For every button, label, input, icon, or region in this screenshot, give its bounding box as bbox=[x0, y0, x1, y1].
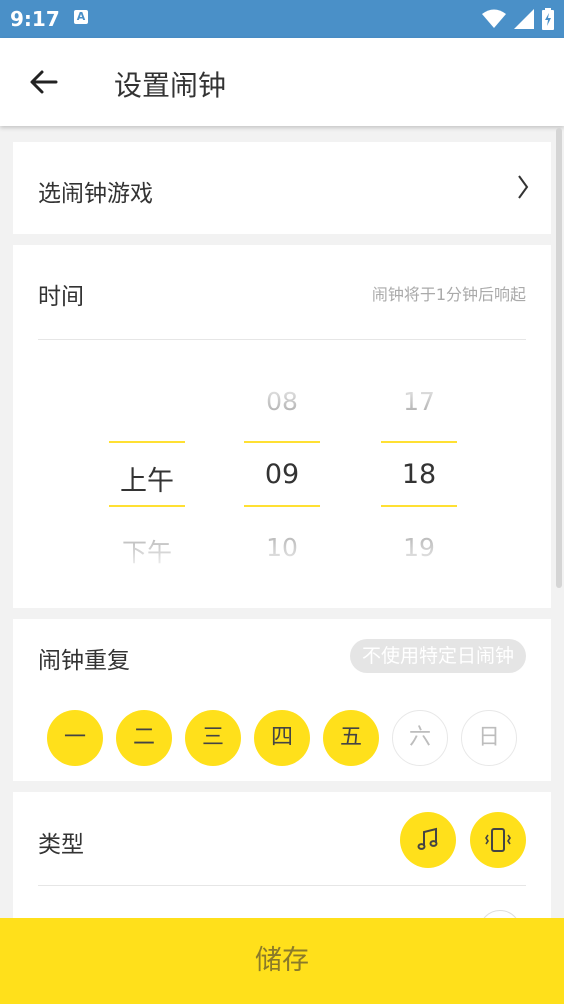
status-icons bbox=[482, 8, 554, 30]
hour-selected: 09 bbox=[264, 459, 300, 490]
hour-next: 10 bbox=[266, 533, 298, 562]
divider bbox=[38, 339, 526, 340]
weekday-4-button[interactable]: 四 bbox=[254, 710, 310, 766]
page-title: 设置闹钟 bbox=[114, 69, 227, 102]
time-label: 时间 bbox=[38, 284, 84, 310]
repeat-card: 闹钟重复 不使用特定日闹钟 一二三四五六日 bbox=[13, 619, 551, 781]
weekday-6-button[interactable]: 六 bbox=[392, 710, 448, 766]
picker-line bbox=[109, 441, 185, 443]
weekday-1-button[interactable]: 一 bbox=[47, 710, 103, 766]
divider bbox=[38, 885, 526, 886]
music-button[interactable] bbox=[400, 812, 456, 868]
weekday-3-button[interactable]: 三 bbox=[185, 710, 241, 766]
specific-day-toggle[interactable]: 不使用特定日闹钟 bbox=[349, 639, 526, 673]
signal-icon bbox=[514, 9, 534, 29]
music-icon bbox=[417, 827, 438, 850]
weekday-2-button[interactable]: 二 bbox=[116, 710, 172, 766]
minute-next: 19 bbox=[403, 533, 435, 562]
minute-picker[interactable]: 17 18 19 bbox=[375, 375, 463, 575]
picker-line bbox=[244, 441, 320, 443]
back-arrow-icon[interactable] bbox=[26, 64, 62, 100]
minute-selected: 18 bbox=[401, 459, 437, 490]
hour-picker[interactable]: 08 09 10 bbox=[238, 375, 326, 575]
picker-line bbox=[381, 505, 457, 507]
status-time: 9:17 bbox=[10, 7, 60, 31]
time-card: 时间 闹钟将于1分钟后响起 上午 下午 08 09 10 17 18 19 bbox=[13, 245, 551, 608]
wifi-icon bbox=[482, 9, 506, 28]
chevron-right-icon bbox=[518, 175, 529, 199]
picker-line bbox=[244, 505, 320, 507]
status-bar: 9:17 A bbox=[0, 0, 564, 38]
ampm-picker[interactable]: 上午 下午 bbox=[103, 375, 191, 575]
notification-a-icon: A bbox=[74, 10, 88, 24]
alarm-countdown-hint: 闹钟将于1分钟后响起 bbox=[371, 285, 526, 304]
picker-fade bbox=[103, 375, 191, 419]
select-game-label: 选闹钟游戏 bbox=[38, 181, 153, 207]
vibrate-icon bbox=[485, 828, 511, 852]
type-label: 类型 bbox=[38, 832, 84, 858]
app-bar: 设置闹钟 bbox=[0, 38, 564, 126]
picker-line bbox=[109, 505, 185, 507]
repeat-label: 闹钟重复 bbox=[38, 648, 130, 674]
picker-line bbox=[381, 441, 457, 443]
select-game-row[interactable]: 选闹钟游戏 bbox=[13, 142, 551, 234]
minute-prev: 17 bbox=[403, 387, 435, 416]
scrollbar[interactable] bbox=[556, 128, 562, 588]
hour-prev: 08 bbox=[266, 387, 298, 416]
ampm-next: 下午 bbox=[121, 538, 172, 567]
save-button[interactable]: 储存 bbox=[0, 918, 564, 1004]
ampm-selected: 上午 bbox=[120, 466, 174, 497]
vibrate-button[interactable] bbox=[470, 812, 526, 868]
weekday-5-button[interactable]: 五 bbox=[323, 710, 379, 766]
battery-icon bbox=[542, 8, 554, 30]
weekday-7-button[interactable]: 日 bbox=[461, 710, 517, 766]
